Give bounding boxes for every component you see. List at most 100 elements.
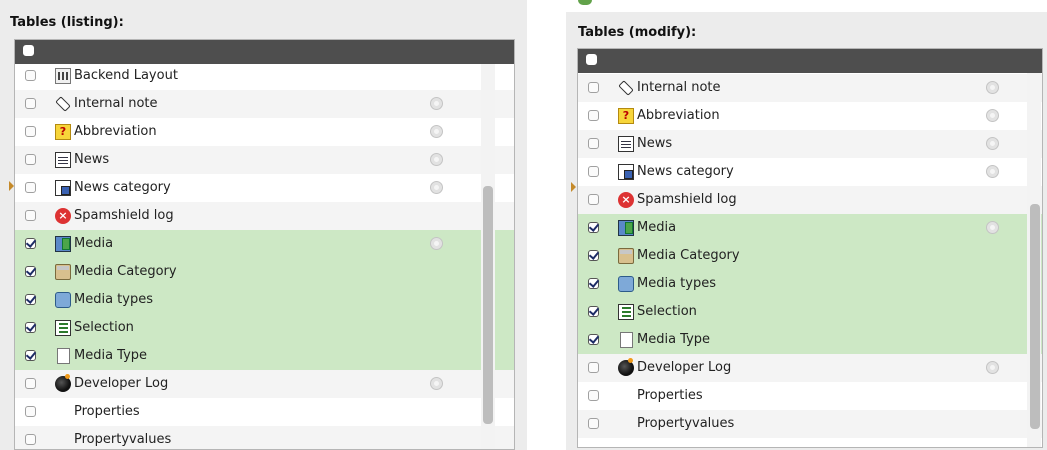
row-label: News — [637, 136, 673, 151]
news-category-icon — [618, 164, 634, 180]
row-checkbox[interactable] — [25, 154, 36, 165]
row-checkbox[interactable] — [588, 390, 599, 401]
info-icon[interactable] — [986, 361, 999, 374]
info-icon[interactable] — [430, 237, 443, 250]
row-label: Media — [74, 236, 114, 251]
row-checkbox[interactable] — [588, 138, 599, 149]
row-checkbox[interactable] — [588, 166, 599, 177]
media-types-icon — [618, 276, 634, 292]
info-icon[interactable] — [986, 109, 999, 122]
table-row[interactable]: Developer Log — [15, 370, 514, 398]
row-checkbox[interactable] — [588, 194, 599, 205]
row-checkbox[interactable] — [25, 322, 36, 333]
row-checkbox[interactable] — [25, 70, 36, 81]
table-row[interactable]: Backend Layout — [15, 62, 514, 90]
row-checkbox[interactable] — [588, 250, 599, 261]
table-row[interactable]: Media Category — [578, 242, 1042, 270]
row-checkbox[interactable] — [588, 306, 599, 317]
table-row[interactable]: News — [578, 130, 1042, 158]
table-row[interactable]: Media types — [15, 286, 514, 314]
abbreviation-icon: ? — [618, 108, 634, 124]
row-label: News category — [637, 164, 734, 179]
table-row[interactable]: Media — [15, 230, 514, 258]
tables-listing-title: Tables (listing): — [10, 15, 124, 30]
row-checkbox[interactable] — [588, 334, 599, 345]
table-row[interactable]: Media — [578, 214, 1042, 242]
table-row[interactable]: Properties — [15, 398, 514, 426]
table-row[interactable]: Media Type — [578, 326, 1042, 354]
row-checkbox[interactable] — [588, 278, 599, 289]
row-checkbox[interactable] — [588, 110, 599, 121]
table-row[interactable]: Propertyvalues — [15, 426, 514, 449]
info-icon[interactable] — [430, 377, 443, 390]
info-icon[interactable] — [986, 165, 999, 178]
table-row[interactable]: Selection — [578, 298, 1042, 326]
row-label: Internal note — [637, 80, 721, 95]
scrollbar-thumb[interactable] — [483, 186, 493, 424]
info-icon[interactable] — [986, 137, 999, 150]
table-row[interactable]: Selection — [15, 314, 514, 342]
news-icon — [618, 136, 634, 152]
row-checkbox[interactable] — [25, 126, 36, 137]
row-checkbox[interactable] — [25, 434, 36, 445]
row-label: News — [74, 152, 110, 167]
info-icon[interactable] — [430, 97, 443, 110]
row-checkbox[interactable] — [25, 210, 36, 221]
table-row[interactable]: Internal note — [15, 90, 514, 118]
spamshield-log-icon: × — [55, 208, 71, 224]
row-label: Media types — [637, 276, 716, 291]
table-row[interactable]: News category — [15, 174, 514, 202]
info-icon[interactable] — [986, 221, 999, 234]
table-row[interactable]: ? Abbreviation — [15, 118, 514, 146]
media-category-icon — [55, 264, 71, 280]
tables-modify-title: Tables (modify): — [578, 25, 697, 40]
row-checkbox[interactable] — [25, 378, 36, 389]
row-label: Media — [637, 220, 677, 235]
row-checkbox[interactable] — [25, 406, 36, 417]
row-checkbox[interactable] — [25, 238, 36, 249]
table-row[interactable]: Properties — [578, 382, 1042, 410]
info-icon[interactable] — [430, 181, 443, 194]
table-row[interactable]: × Spamshield log — [15, 202, 514, 230]
scrollbar-thumb[interactable] — [1030, 204, 1040, 429]
table-row[interactable]: ? Abbreviation — [578, 102, 1042, 130]
table-row[interactable]: Media Category — [15, 258, 514, 286]
tables-listing-list[interactable]: Backend Layout Internal note? Abbreviation… — [14, 39, 515, 450]
info-icon[interactable] — [430, 125, 443, 138]
table-row[interactable]: Media types — [578, 270, 1042, 298]
select-all-checkbox[interactable] — [23, 45, 34, 56]
media-type-icon — [57, 348, 70, 364]
internal-note-icon — [52, 93, 75, 116]
table-row[interactable]: Media Type — [15, 342, 514, 370]
row-checkbox[interactable] — [25, 350, 36, 361]
row-checkbox[interactable] — [588, 222, 599, 233]
table-row[interactable]: Internal note — [578, 74, 1042, 102]
row-checkbox[interactable] — [25, 294, 36, 305]
row-label: Spamshield log — [637, 192, 737, 207]
table-row[interactable]: News — [15, 146, 514, 174]
info-icon[interactable] — [986, 81, 999, 94]
row-checkbox[interactable] — [588, 418, 599, 429]
table-row[interactable]: × Spamshield log — [578, 186, 1042, 214]
table-row[interactable]: Propertyvalues — [578, 410, 1042, 438]
row-checkbox[interactable] — [588, 362, 599, 373]
top-green-icon — [578, 0, 592, 5]
row-checkbox[interactable] — [25, 182, 36, 193]
row-checkbox[interactable] — [588, 82, 599, 93]
news-icon — [55, 152, 71, 168]
row-checkbox[interactable] — [25, 98, 36, 109]
info-icon[interactable] — [430, 153, 443, 166]
row-label: Media Type — [74, 348, 148, 363]
row-checkbox[interactable] — [25, 266, 36, 277]
select-all-checkbox[interactable] — [586, 54, 597, 65]
row-label: Selection — [74, 320, 134, 335]
tables-modify-list[interactable]: Internal note ? Abbreviation News News categ… — [577, 48, 1043, 448]
media-icon — [618, 220, 634, 236]
internal-note-icon — [615, 77, 638, 100]
row-label: Developer Log — [637, 360, 732, 375]
table-row[interactable]: Developer Log — [578, 354, 1042, 382]
spamshield-log-icon: × — [618, 192, 634, 208]
media-icon — [55, 236, 71, 252]
table-row[interactable]: News category — [578, 158, 1042, 186]
row-label: Developer Log — [74, 376, 169, 391]
